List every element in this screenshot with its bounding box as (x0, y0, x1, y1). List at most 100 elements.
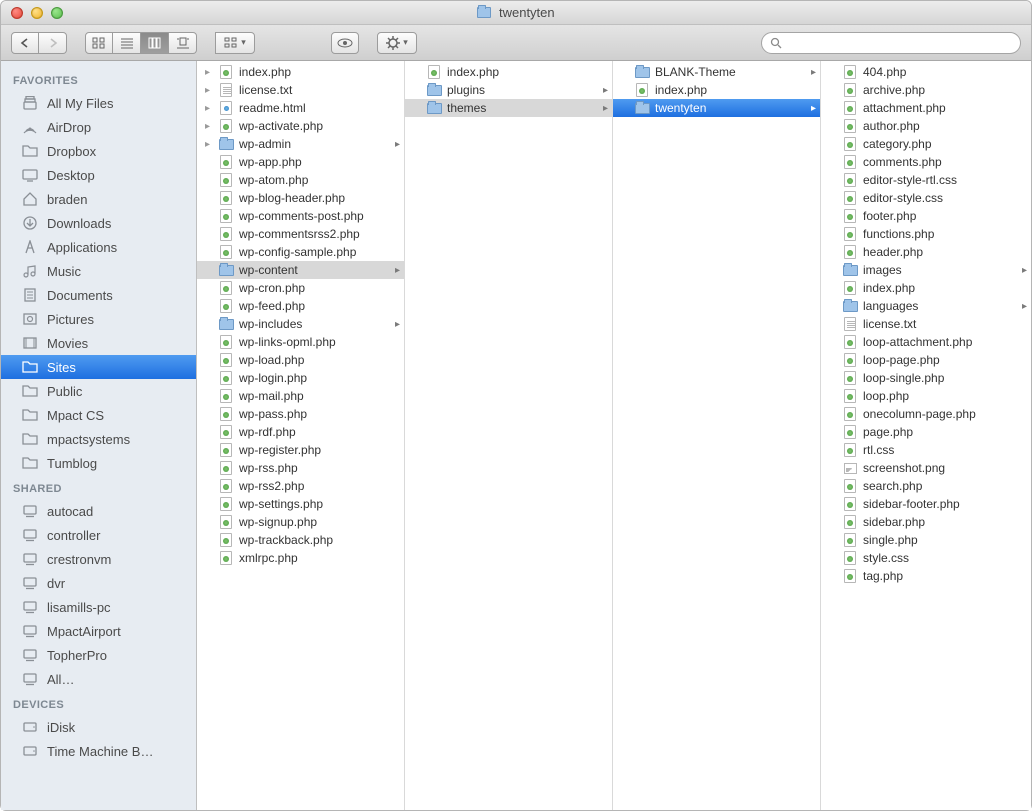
sidebar-item-applications[interactable]: Applications (1, 235, 196, 259)
file-row[interactable]: ▸xmlrpc.php▸ (197, 549, 404, 567)
sidebar-item-pictures[interactable]: Pictures (1, 307, 196, 331)
folder-row[interactable]: ▸languages▸ (821, 297, 1031, 315)
file-row[interactable]: ▸wp-cron.php▸ (197, 279, 404, 297)
folder-row[interactable]: ▸twentyten▸ (613, 99, 820, 117)
close-button[interactable] (11, 7, 23, 19)
sidebar-item-mpact-cs[interactable]: Mpact CS (1, 403, 196, 427)
file-row[interactable]: ▸404.php▸ (821, 63, 1031, 81)
file-row[interactable]: ▸wp-load.php▸ (197, 351, 404, 369)
file-row[interactable]: ▸single.php▸ (821, 531, 1031, 549)
folder-row[interactable]: ▸wp-includes▸ (197, 315, 404, 333)
sidebar-item-sites[interactable]: Sites (1, 355, 196, 379)
file-row[interactable]: ▸screenshot.png▸ (821, 459, 1031, 477)
file-row[interactable]: ▸functions.php▸ (821, 225, 1031, 243)
file-row[interactable]: ▸wp-trackback.php▸ (197, 531, 404, 549)
file-row[interactable]: ▸wp-rss2.php▸ (197, 477, 404, 495)
icon-view-button[interactable] (85, 32, 113, 54)
file-row[interactable]: ▸loop-attachment.php▸ (821, 333, 1031, 351)
sidebar-item-movies[interactable]: Movies (1, 331, 196, 355)
file-row[interactable]: ▸sidebar-footer.php▸ (821, 495, 1031, 513)
quicklook-button[interactable] (331, 32, 359, 54)
sidebar-item-tumblog[interactable]: Tumblog (1, 451, 196, 475)
file-row[interactable]: ▸loop-page.php▸ (821, 351, 1031, 369)
folder-row[interactable]: ▸wp-content▸ (197, 261, 404, 279)
sidebar-item-all-my-files[interactable]: All My Files (1, 91, 196, 115)
file-row[interactable]: ▸rtl.css▸ (821, 441, 1031, 459)
file-row[interactable]: ▸wp-pass.php▸ (197, 405, 404, 423)
file-row[interactable]: ▸wp-register.php▸ (197, 441, 404, 459)
file-row[interactable]: ▸loop.php▸ (821, 387, 1031, 405)
coverflow-view-button[interactable] (169, 32, 197, 54)
sidebar-item-controller[interactable]: controller (1, 523, 196, 547)
search-field[interactable] (761, 32, 1021, 54)
file-row[interactable]: ▸loop-single.php▸ (821, 369, 1031, 387)
file-row[interactable]: ▸wp-activate.php▸ (197, 117, 404, 135)
file-row[interactable]: ▸wp-atom.php▸ (197, 171, 404, 189)
file-row[interactable]: ▸wp-comments-post.php▸ (197, 207, 404, 225)
search-input[interactable] (788, 36, 1012, 50)
folder-row[interactable]: ▸plugins▸ (405, 81, 612, 99)
sidebar-item-mpactairport[interactable]: MpactAirport (1, 619, 196, 643)
column-view-button[interactable] (141, 32, 169, 54)
file-row[interactable]: ▸license.txt▸ (821, 315, 1031, 333)
folder-row[interactable]: ▸themes▸ (405, 99, 612, 117)
file-row[interactable]: ▸sidebar.php▸ (821, 513, 1031, 531)
action-button[interactable]: ▾ (377, 32, 417, 54)
back-button[interactable] (11, 32, 39, 54)
file-row[interactable]: ▸wp-links-opml.php▸ (197, 333, 404, 351)
sidebar-item-crestronvm[interactable]: crestronvm (1, 547, 196, 571)
file-row[interactable]: ▸footer.php▸ (821, 207, 1031, 225)
sidebar-item-braden[interactable]: braden (1, 187, 196, 211)
file-row[interactable]: ▸wp-commentsrss2.php▸ (197, 225, 404, 243)
file-row[interactable]: ▸wp-app.php▸ (197, 153, 404, 171)
file-row[interactable]: ▸license.txt▸ (197, 81, 404, 99)
file-row[interactable]: ▸wp-login.php▸ (197, 369, 404, 387)
sidebar-item-all-[interactable]: All… (1, 667, 196, 691)
sidebar-item-airdrop[interactable]: AirDrop (1, 115, 196, 139)
file-row[interactable]: ▸wp-rdf.php▸ (197, 423, 404, 441)
folder-row[interactable]: ▸wp-admin▸ (197, 135, 404, 153)
sidebar-item-public[interactable]: Public (1, 379, 196, 403)
file-row[interactable]: ▸header.php▸ (821, 243, 1031, 261)
file-row[interactable]: ▸archive.php▸ (821, 81, 1031, 99)
file-row[interactable]: ▸wp-mail.php▸ (197, 387, 404, 405)
file-row[interactable]: ▸wp-rss.php▸ (197, 459, 404, 477)
file-row[interactable]: ▸tag.php▸ (821, 567, 1031, 585)
file-row[interactable]: ▸index.php▸ (197, 63, 404, 81)
file-row[interactable]: ▸index.php▸ (405, 63, 612, 81)
file-row[interactable]: ▸page.php▸ (821, 423, 1031, 441)
sidebar-item-dropbox[interactable]: Dropbox (1, 139, 196, 163)
file-row[interactable]: ▸onecolumn-page.php▸ (821, 405, 1031, 423)
file-row[interactable]: ▸wp-signup.php▸ (197, 513, 404, 531)
sidebar-item-music[interactable]: Music (1, 259, 196, 283)
file-row[interactable]: ▸index.php▸ (821, 279, 1031, 297)
sidebar-item-autocad[interactable]: autocad (1, 499, 196, 523)
sidebar-item-idisk[interactable]: iDisk (1, 715, 196, 739)
folder-row[interactable]: ▸BLANK-Theme▸ (613, 63, 820, 81)
sidebar-item-lisamills-pc[interactable]: lisamills-pc (1, 595, 196, 619)
sidebar-item-dvr[interactable]: dvr (1, 571, 196, 595)
zoom-button[interactable] (51, 7, 63, 19)
sidebar-item-topherpro[interactable]: TopherPro (1, 643, 196, 667)
folder-row[interactable]: ▸images▸ (821, 261, 1031, 279)
arrange-button[interactable]: ▾ (215, 32, 255, 54)
file-row[interactable]: ▸search.php▸ (821, 477, 1031, 495)
sidebar-item-downloads[interactable]: Downloads (1, 211, 196, 235)
file-row[interactable]: ▸wp-blog-header.php▸ (197, 189, 404, 207)
file-row[interactable]: ▸index.php▸ (613, 81, 820, 99)
file-row[interactable]: ▸wp-feed.php▸ (197, 297, 404, 315)
file-row[interactable]: ▸comments.php▸ (821, 153, 1031, 171)
file-row[interactable]: ▸readme.html▸ (197, 99, 404, 117)
forward-button[interactable] (39, 32, 67, 54)
file-row[interactable]: ▸attachment.php▸ (821, 99, 1031, 117)
file-row[interactable]: ▸editor-style-rtl.css▸ (821, 171, 1031, 189)
sidebar-item-mpactsystems[interactable]: mpactsystems (1, 427, 196, 451)
list-view-button[interactable] (113, 32, 141, 54)
sidebar-item-desktop[interactable]: Desktop (1, 163, 196, 187)
sidebar-item-documents[interactable]: Documents (1, 283, 196, 307)
file-row[interactable]: ▸author.php▸ (821, 117, 1031, 135)
file-row[interactable]: ▸wp-config-sample.php▸ (197, 243, 404, 261)
sidebar-item-time-machine-b-[interactable]: Time Machine B… (1, 739, 196, 763)
file-row[interactable]: ▸wp-settings.php▸ (197, 495, 404, 513)
file-row[interactable]: ▸style.css▸ (821, 549, 1031, 567)
